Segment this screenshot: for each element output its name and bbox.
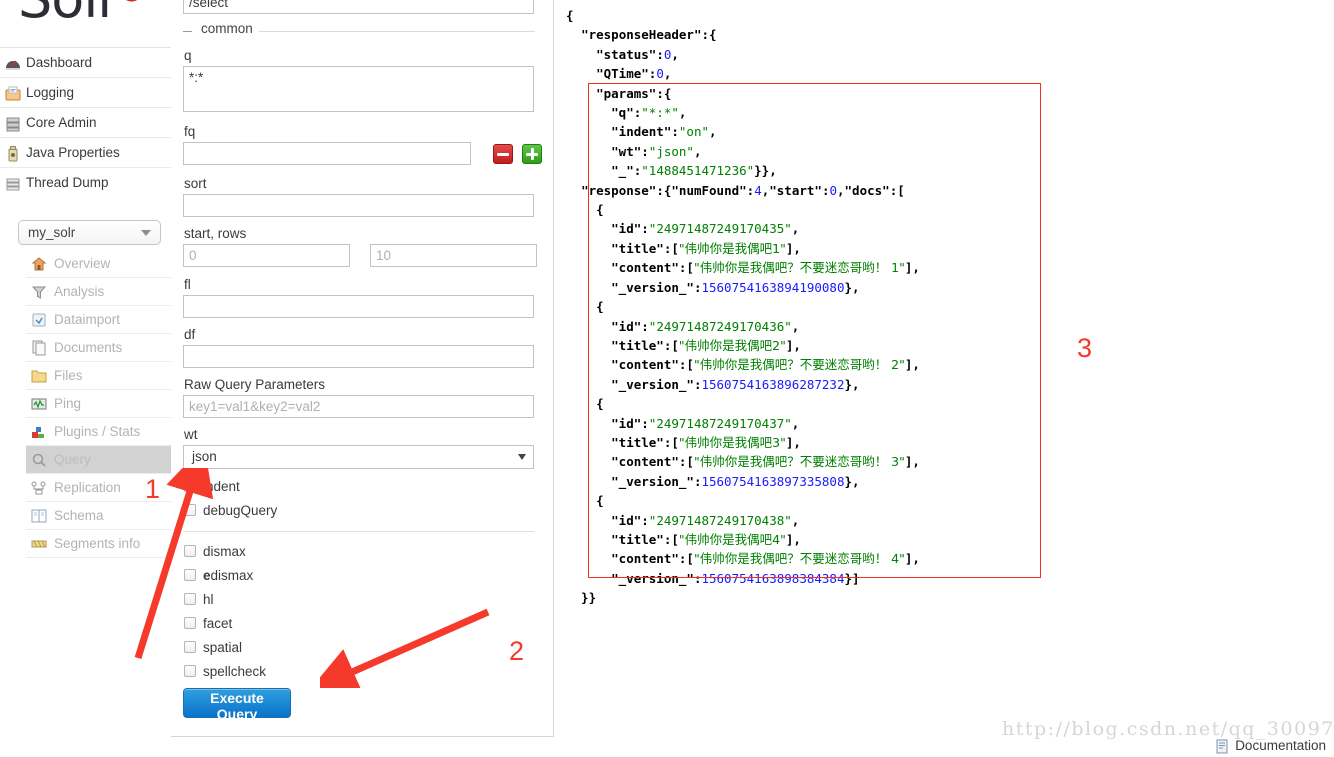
fq-input[interactable] — [183, 142, 471, 165]
fl-label: fl — [184, 277, 191, 292]
solr-logo-text: Solr — [18, 0, 120, 30]
sidebar-item-label: Core Admin — [26, 115, 97, 130]
sidebar-item-ping[interactable]: Ping — [26, 390, 171, 418]
chevron-down-icon — [141, 230, 151, 236]
annotation-label-3: 3 — [1077, 333, 1093, 363]
replication-icon — [30, 479, 48, 497]
dashboard-icon — [4, 54, 22, 72]
sidebar-item-label: Documents — [54, 340, 123, 355]
documents-icon — [30, 339, 48, 357]
wt-select[interactable]: json — [183, 445, 534, 469]
sidebar-item-label: Files — [54, 368, 83, 383]
sidebar-item-label: Dataimport — [54, 312, 121, 327]
rows-input[interactable] — [370, 244, 537, 267]
documentation-icon — [1215, 739, 1230, 754]
sidebar-item-files[interactable]: Files — [26, 362, 171, 390]
solr-logo-dot-icon: ● — [119, 0, 145, 6]
sidebar-item-label: Dashboard — [26, 55, 93, 70]
ping-icon — [30, 395, 48, 413]
blog-watermark: http://blog.csdn.net/qq_30097433 — [1002, 718, 1334, 740]
schema-icon — [30, 507, 48, 525]
legend-label: common — [197, 21, 257, 36]
sidebar-item-label: Java Properties — [26, 145, 120, 160]
documentation-link[interactable]: Documentation — [1216, 738, 1326, 754]
logging-icon — [4, 84, 22, 102]
chevron-down-icon — [518, 454, 526, 460]
q-input[interactable]: *:* — [183, 66, 534, 112]
java-properties-icon — [4, 144, 22, 162]
sidebar-item-logging[interactable]: Logging — [0, 78, 171, 108]
minus-icon — [497, 152, 509, 156]
sidebar-item-label: Logging — [26, 85, 75, 100]
plus-icon-vertical — [530, 148, 534, 160]
home-icon — [30, 255, 48, 273]
dataimport-icon — [30, 311, 48, 329]
fq-row — [183, 142, 542, 168]
annotation-label-2: 2 — [509, 636, 525, 666]
common-fieldset-legend[interactable]: common — [183, 21, 535, 39]
request-handler-input[interactable] — [183, 0, 534, 14]
sidebar-item-dashboard[interactable]: Dashboard — [0, 48, 171, 78]
core-selector[interactable]: my_solr — [18, 220, 161, 245]
solr-logo[interactable]: Solr● — [18, 0, 145, 26]
thread-dump-icon — [4, 174, 22, 192]
wt-label: wt — [184, 427, 198, 442]
execute-query-button[interactable]: Execute Query — [183, 688, 291, 722]
sidebar-item-label: Replication — [54, 480, 121, 495]
solr-admin-window: Solr● Dashboard Logging Core Admin — [0, 0, 1334, 756]
wt-select-value: json — [192, 449, 217, 464]
sidebar-item-label: Overview — [54, 256, 111, 271]
sidebar-item-core-admin[interactable]: Core Admin — [0, 108, 171, 138]
core-admin-icon — [4, 114, 22, 132]
sidebar-item-thread-dump[interactable]: Thread Dump — [0, 168, 171, 198]
sidebar-item-dataimport[interactable]: Dataimport — [26, 306, 171, 334]
spellcheck-label: spellcheck — [203, 664, 267, 679]
annotation-label-1: 1 — [145, 474, 161, 504]
annotation-arrow-2 — [320, 608, 490, 688]
documentation-label: Documentation — [1235, 738, 1326, 753]
sort-label: sort — [184, 176, 207, 191]
plugins-icon — [30, 423, 48, 441]
main-nav: Dashboard Logging Core Admin Java Proper… — [0, 48, 171, 198]
fl-input[interactable] — [183, 295, 534, 318]
sort-input[interactable] — [183, 194, 534, 217]
sidebar-item-overview[interactable]: Overview — [26, 250, 171, 278]
sidebar-item-documents[interactable]: Documents — [26, 334, 171, 362]
df-input[interactable] — [183, 345, 534, 368]
annotation-arrow-1 — [134, 468, 214, 660]
core-selector-value: my_solr — [28, 225, 76, 240]
collapse-dash-icon — [183, 31, 192, 32]
spellcheck-checkbox[interactable] — [184, 665, 196, 677]
sidebar-item-label: Plugins / Stats — [54, 424, 141, 439]
sidebar-item-label: Schema — [54, 508, 104, 523]
sidebar-item-plugins-stats[interactable]: Plugins / Stats — [26, 418, 171, 446]
sidebar-item-label: Thread Dump — [26, 175, 109, 190]
segments-icon — [30, 535, 48, 553]
raw-query-params-input[interactable] — [183, 395, 534, 418]
remove-fq-button[interactable] — [493, 144, 513, 164]
fq-label: fq — [184, 124, 196, 139]
sidebar-item-label: Query — [54, 452, 91, 467]
folder-icon — [30, 367, 48, 385]
sidebar-item-analysis[interactable]: Analysis — [26, 278, 171, 306]
sidebar-item-label: Analysis — [54, 284, 105, 299]
sidebar-item-label: Ping — [54, 396, 82, 411]
magnifier-icon — [30, 451, 48, 469]
df-label: df — [184, 327, 196, 342]
raw-query-params-label: Raw Query Parameters — [184, 377, 326, 392]
funnel-icon — [30, 283, 48, 301]
start-rows-label: start, rows — [184, 226, 247, 241]
q-label: q — [184, 48, 192, 63]
sidebar-item-java-properties[interactable]: Java Properties — [0, 138, 171, 168]
query-response-output: { "responseHeader":{ "status":0, "QTime"… — [566, 8, 920, 606]
add-fq-button[interactable] — [522, 144, 542, 164]
legend-rule — [259, 31, 535, 32]
start-input[interactable] — [183, 244, 350, 267]
start-rows-row — [183, 244, 537, 270]
